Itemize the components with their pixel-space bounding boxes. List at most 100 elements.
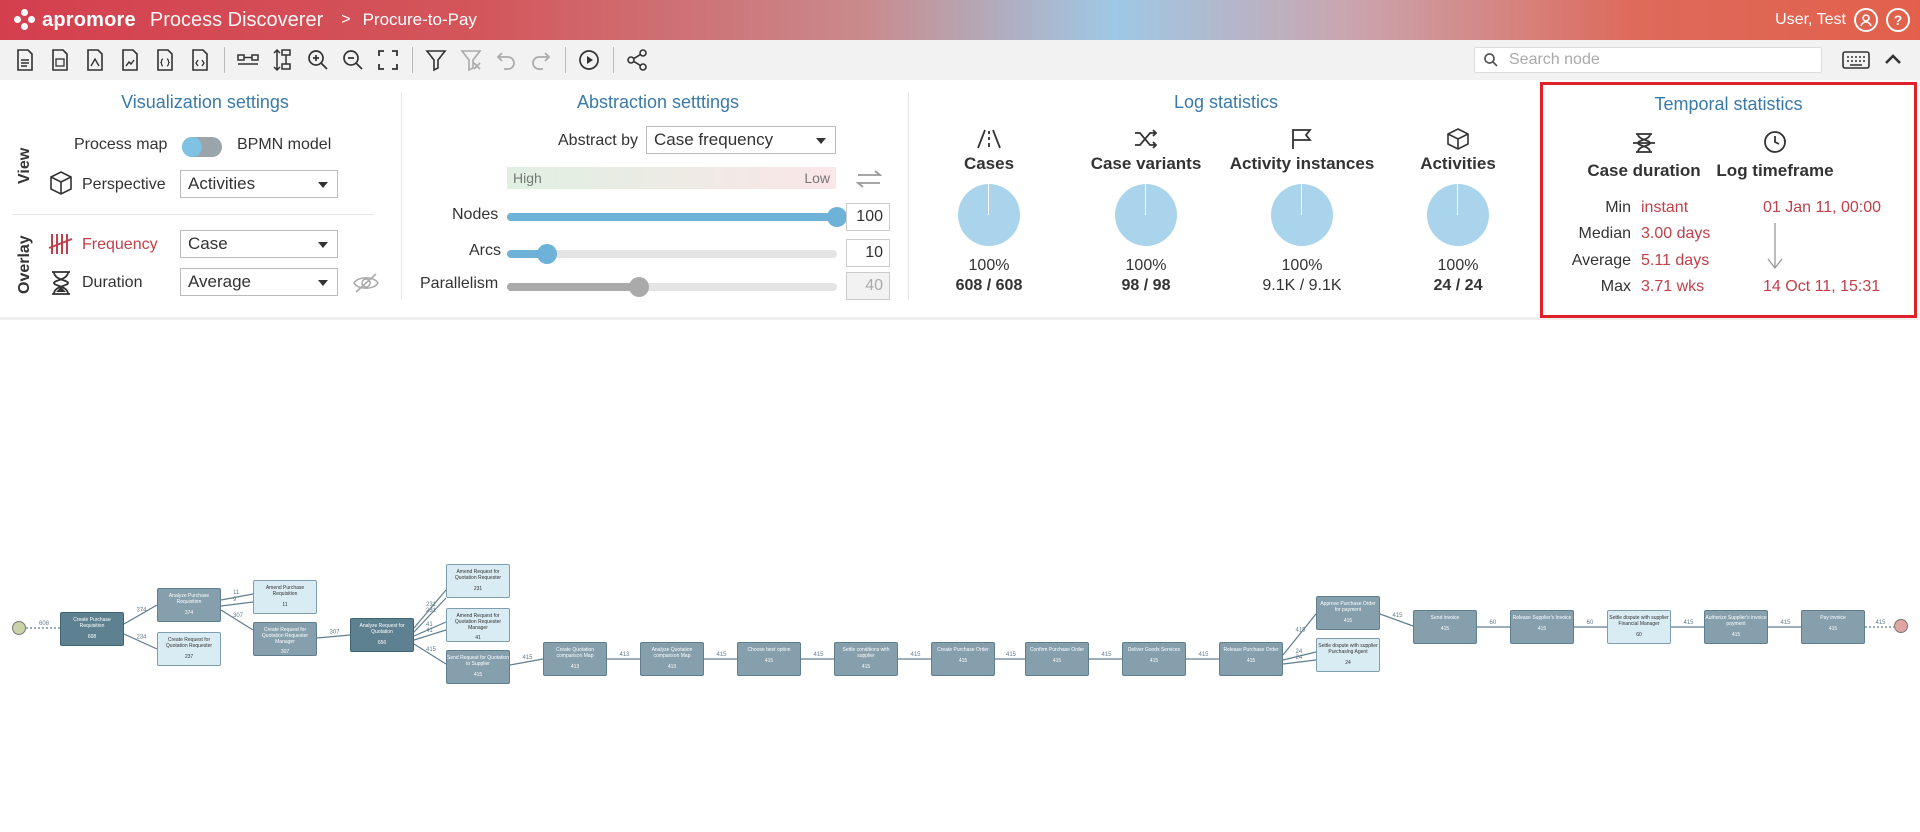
stat-percent: 100%	[1281, 257, 1323, 274]
process-node[interactable]: Create Purchase Order 415	[931, 642, 995, 676]
view-toggle-knob[interactable]	[182, 137, 202, 157]
timeframe-start: 01 Jan 11, 00:00	[1763, 199, 1882, 216]
process-node[interactable]: Amend Purchase Requisition 11	[253, 580, 317, 614]
animate-icon[interactable]	[576, 46, 602, 74]
process-node-count: 60	[1636, 631, 1642, 638]
user-account-icon[interactable]	[1854, 8, 1878, 32]
process-node-count: 415	[1537, 625, 1547, 632]
frequency-select[interactable]: Case	[180, 230, 338, 258]
process-node-label: Analyze Quotation comparison Map	[651, 647, 693, 659]
nodes-slider[interactable]	[507, 207, 847, 227]
process-node[interactable]: Confirm Purchase Order 415	[1025, 642, 1089, 676]
log-statistics-title: Log statistics	[1173, 92, 1279, 112]
eye-hidden-icon[interactable]	[352, 272, 380, 294]
duration-label[interactable]: Duration	[82, 274, 142, 292]
search-node-input[interactable]	[1509, 51, 1809, 69]
process-node[interactable]: Release Supplier's Invoice 415	[1510, 610, 1574, 644]
parallelism-value-input: 40	[846, 272, 890, 300]
parallelism-slider[interactable]	[507, 277, 837, 297]
process-end-node[interactable]	[1894, 619, 1908, 633]
duration-select[interactable]: Average	[180, 268, 338, 296]
gradient-high-label: High	[513, 170, 542, 186]
perspective-select-value: Activities	[188, 174, 256, 193]
process-node[interactable]: Release Purchase Order 415	[1219, 642, 1283, 676]
stat-activities: Activities 100% 24 / 24	[1378, 128, 1538, 295]
filter-icon[interactable]	[423, 46, 449, 74]
road-icon	[977, 129, 1001, 149]
process-map-canvas[interactable]: 608 374 234 11 9 307 307 231 231 41 41 415 415 413 415…	[0, 560, 1920, 684]
process-node[interactable]: Send Request for Quotation to Supplier 41…	[446, 650, 510, 684]
frequency-label[interactable]: Frequency	[82, 236, 158, 254]
process-node[interactable]: Analyze Purchase Requisition 374	[157, 588, 221, 622]
process-node[interactable]: Approve Purchase Order for payment 415	[1316, 596, 1380, 630]
zoom-in-icon[interactable]	[305, 46, 331, 74]
section-divider	[401, 92, 402, 300]
layout-horizontal-icon[interactable]	[235, 46, 261, 74]
arcs-slider-handle[interactable]	[536, 244, 557, 264]
process-edge-label: 231	[426, 608, 437, 614]
process-node[interactable]: Settle dispute with supplier Purchasing …	[1316, 638, 1380, 672]
arcs-value-input[interactable]: 10	[846, 239, 890, 267]
process-node[interactable]: Send invoice 415	[1413, 610, 1477, 644]
process-edge-label: 307	[330, 630, 341, 636]
process-node[interactable]: Create Purchase Requisition 608	[60, 612, 124, 646]
process-node[interactable]: Create Request for Quotation Requester 23…	[157, 632, 221, 666]
process-node[interactable]: Analyze Request for Quotation 656	[350, 618, 414, 652]
export-icon[interactable]	[47, 46, 73, 74]
layout-vertical-icon[interactable]	[270, 46, 296, 74]
view-toggle[interactable]	[182, 137, 222, 157]
process-edge-label: 415	[1199, 652, 1210, 658]
parallelism-label: Parallelism	[420, 275, 499, 292]
process-node-count: 413	[570, 663, 580, 670]
fit-screen-icon[interactable]	[375, 46, 401, 74]
process-edge-label: 415	[1781, 620, 1792, 626]
abstract-by-select[interactable]: Case frequency	[646, 126, 836, 154]
process-node[interactable]: Amend Request for Quotation Requester 231	[446, 564, 510, 598]
zoom-out-icon[interactable]	[340, 46, 366, 74]
parallelism-slider-handle[interactable]	[629, 277, 649, 297]
dropdown-caret-icon	[816, 138, 826, 144]
process-node[interactable]: Authorize Supplier's invoice payment 415	[1704, 610, 1768, 644]
process-node[interactable]: Settle conditions with supplier 415	[834, 642, 898, 676]
apromore-logo[interactable]: apromore	[14, 9, 136, 32]
search-node-field[interactable]	[1474, 47, 1822, 73]
export-image-icon[interactable]	[117, 46, 143, 74]
process-node-count: 237	[184, 653, 194, 660]
clear-filter-icon	[458, 46, 484, 74]
process-node[interactable]: Choose best option 415	[737, 642, 801, 676]
share-icon[interactable]	[624, 46, 650, 74]
max-label: Max	[1600, 278, 1631, 295]
redo-icon	[528, 46, 554, 74]
user-name[interactable]: User, Test	[1775, 11, 1846, 29]
toolbar-separator	[565, 47, 566, 73]
process-node-count: 41	[475, 635, 481, 642]
export-code-icon[interactable]	[187, 46, 213, 74]
chevron-up-icon[interactable]	[1882, 48, 1904, 70]
process-node[interactable]: Amend Request for Quotation Requester Ma…	[446, 608, 510, 642]
arcs-slider[interactable]	[507, 244, 837, 264]
abstract-by-select-value: Case frequency	[654, 130, 774, 149]
nodes-value-input[interactable]: 100	[846, 203, 890, 231]
export-json-icon[interactable]	[152, 46, 178, 74]
nodes-slider-handle[interactable]	[827, 207, 847, 227]
keyboard-icon[interactable]	[1842, 50, 1870, 70]
stat-pie	[1115, 184, 1177, 246]
process-node[interactable]: Pay invoice 415	[1801, 610, 1865, 644]
process-node[interactable]: Deliver Goods Services 415	[1122, 642, 1186, 676]
process-node-label: Authorize Supplier's invoice payment	[1705, 615, 1767, 627]
process-start-node[interactable]	[12, 621, 26, 635]
swap-direction-icon[interactable]	[856, 169, 882, 189]
perspective-select[interactable]: Activities	[180, 170, 338, 198]
process-node[interactable]: Create Quotation comparison Map 413	[543, 642, 607, 676]
process-node-count: 415	[861, 663, 871, 670]
help-icon[interactable]: ?	[1886, 8, 1910, 32]
process-node-label: Settle dispute with supplier Financial M…	[1609, 615, 1669, 627]
stat-count: 24 / 24	[1433, 277, 1483, 294]
save-log-icon[interactable]	[12, 46, 38, 74]
process-node[interactable]: Settle dispute with supplier Financial M…	[1607, 610, 1671, 644]
stat-name: Activity instances	[1229, 154, 1375, 173]
export-pdf-icon[interactable]	[82, 46, 108, 74]
process-node[interactable]: Create Request for Quotation Requester M…	[253, 622, 317, 656]
process-node[interactable]: Analyze Quotation comparison Map 413	[640, 642, 704, 676]
temporal-statistics-panel: Temporal statistics Case duration Log ti…	[1540, 82, 1917, 318]
